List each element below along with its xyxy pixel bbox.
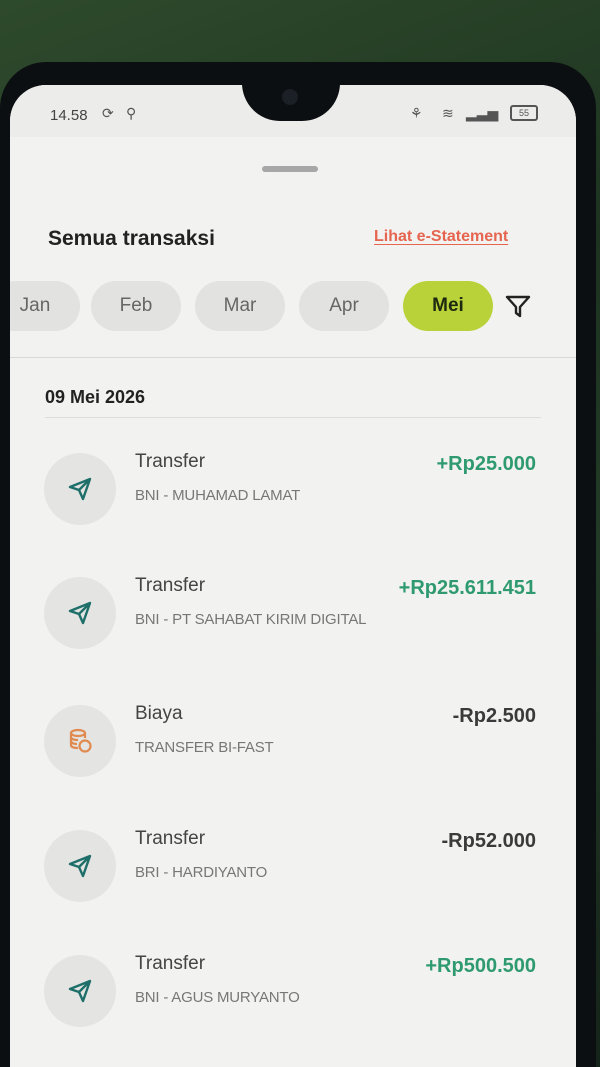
- transaction-amount: -Rp52.000: [441, 830, 537, 852]
- date-header: 09 Mei 2026: [45, 387, 146, 407]
- transaction-description: TRANSFER BI-FAST: [135, 739, 274, 756]
- transaction-row[interactable]: Biaya TRANSFER BI-FAST -Rp2.500: [10, 703, 576, 805]
- phone-screen: 14.58 ⟳ ⚲ ⚘ ≋ ▂▃▅ 55 Semua transaksi Lih…: [10, 85, 576, 1067]
- send-icon: [68, 601, 92, 625]
- page-title: Semua transaksi: [48, 227, 215, 250]
- transaction-type: Transfer: [135, 828, 206, 849]
- transaction-type: Transfer: [135, 953, 206, 974]
- e-statement-link[interactable]: Lihat e-Statement: [374, 228, 508, 246]
- transaction-description: BNI - AGUS MURYANTO: [135, 989, 300, 1006]
- photo-background: 14.58 ⟳ ⚲ ⚘ ≋ ▂▃▅ 55 Semua transaksi Lih…: [0, 0, 600, 1067]
- transaction-amount: +Rp500.500: [425, 955, 536, 977]
- location-icon: ⚲: [126, 105, 137, 121]
- section-divider: [10, 357, 576, 358]
- transaction-row[interactable]: Transfer BRI - HARDIYANTO -Rp52.000: [10, 828, 576, 930]
- wifi-icon: ≋: [442, 105, 454, 121]
- transaction-amount: +Rp25.000: [436, 453, 536, 475]
- coins-icon: [69, 728, 92, 753]
- transaction-row[interactable]: Transfer BNI - PT SAHABAT KIRIM DIGITAL …: [10, 575, 576, 677]
- signal-icon: ▂▃▅: [466, 105, 499, 121]
- transaction-icon-circle: [44, 453, 116, 525]
- month-chip-apr[interactable]: Apr: [299, 281, 389, 331]
- month-chip-feb[interactable]: Feb: [91, 281, 181, 331]
- transaction-amount: -Rp2.500: [452, 705, 536, 727]
- sync-icon: ⟳: [102, 105, 114, 121]
- month-filter-bar: Jan Feb Mar Apr Mei: [10, 281, 550, 333]
- month-chip-mei[interactable]: Mei: [403, 281, 493, 331]
- transaction-icon-circle: [44, 705, 116, 777]
- filter-icon[interactable]: [504, 292, 532, 320]
- month-chip-jan[interactable]: Jan: [10, 281, 80, 331]
- send-icon: [68, 979, 92, 1003]
- transaction-description: BRI - HARDIYANTO: [135, 864, 268, 881]
- month-chip-mar[interactable]: Mar: [195, 281, 285, 331]
- transaction-description: BNI - MUHAMAD LAMAT: [135, 487, 301, 504]
- transaction-type: Biaya: [135, 703, 183, 724]
- transaction-type: Transfer: [135, 575, 206, 596]
- transaction-icon-circle: [44, 577, 116, 649]
- data-saver-icon: ⚘: [410, 105, 423, 121]
- transaction-type: Transfer: [135, 451, 206, 472]
- sheet-drag-handle[interactable]: [262, 166, 318, 172]
- battery-icon: 55: [510, 105, 538, 121]
- transaction-row[interactable]: Transfer BNI - MUHAMAD LAMAT +Rp25.000: [10, 451, 576, 553]
- transaction-icon-circle: [44, 830, 116, 902]
- date-divider: [45, 417, 541, 418]
- transaction-row[interactable]: Transfer BNI - AGUS MURYANTO +Rp500.500: [10, 953, 576, 1055]
- status-time: 14.58: [50, 107, 88, 124]
- send-icon: [68, 477, 92, 501]
- send-icon: [68, 854, 92, 878]
- transaction-icon-circle: [44, 955, 116, 1027]
- transaction-description: BNI - PT SAHABAT KIRIM DIGITAL: [135, 611, 367, 628]
- transaction-amount: +Rp25.611.451: [398, 577, 536, 599]
